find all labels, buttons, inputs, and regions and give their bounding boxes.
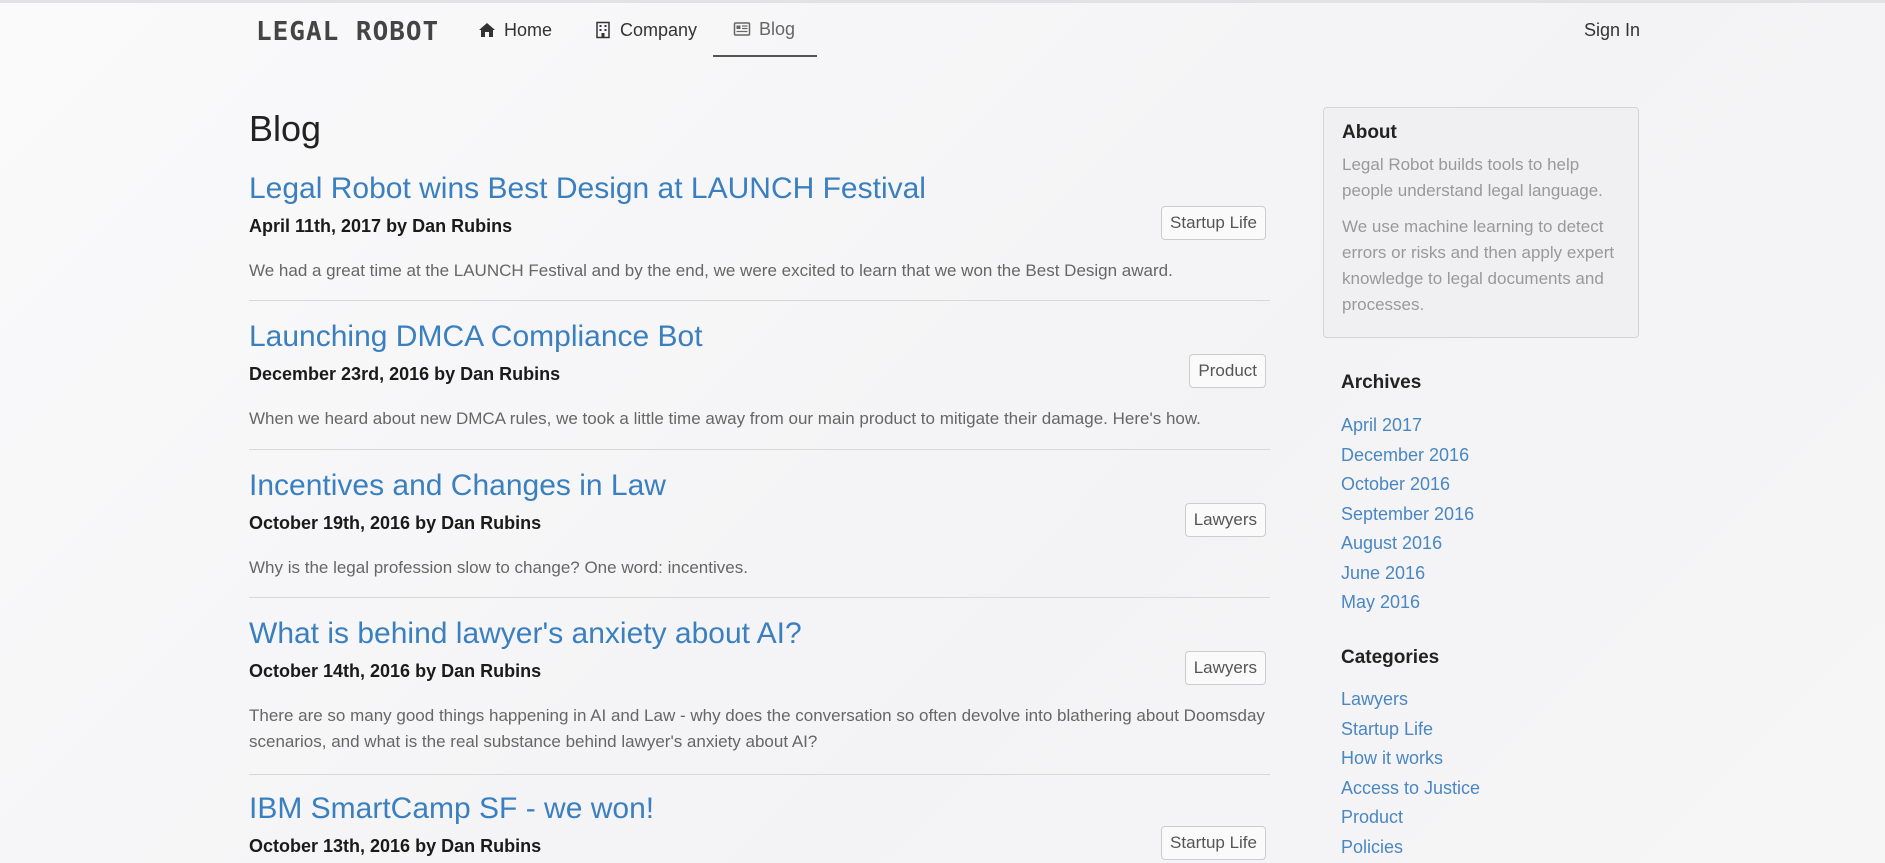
archives-heading: Archives [1341,372,1422,393]
post-category-tag[interactable]: Product [1189,354,1266,388]
post-meta: October 14th, 2016 by Dan Rubins [249,661,542,681]
category-link[interactable]: Lawyers [1341,685,1480,715]
category-link[interactable]: Access to Justice [1341,774,1480,804]
post-title[interactable]: What is behind lawyer's anxiety about AI… [249,617,802,651]
post-category-tag[interactable]: Lawyers [1184,503,1266,537]
post-divider [249,449,1270,450]
archive-link[interactable]: August 2016 [1341,529,1474,559]
nav-home-label: Home [504,19,553,40]
post-title[interactable]: Launching DMCA Compliance Bot [249,320,703,354]
post-excerpt: Why is the legal profession slow to chan… [249,558,748,577]
post-title[interactable]: Incentives and Changes in Law [249,469,666,503]
post-excerpt: There are so many good things happening … [249,706,1265,751]
archive-link[interactable]: April 2017 [1341,411,1474,441]
nav-blog-label: Blog [759,18,796,39]
post-category-tag[interactable]: Startup Life [1161,206,1266,240]
about-text: Legal Robot builds tools to help people … [1342,155,1603,200]
post-excerpt: We had a great time at the LAUNCH Festiv… [249,261,1173,280]
category-link[interactable]: Policies [1341,833,1480,863]
building-icon [596,21,610,39]
post-meta: October 13th, 2016 by Dan Rubins [249,836,542,856]
about-panel: About Legal Robot builds tools to help p… [1323,107,1639,338]
archive-link[interactable]: September 2016 [1341,500,1474,530]
post-excerpt: When we heard about new DMCA rules, we t… [249,409,1201,428]
archive-link[interactable]: December 2016 [1341,441,1474,471]
post-divider [249,300,1270,301]
category-link[interactable]: How it works [1341,744,1480,774]
nav-company[interactable]: Company [594,3,697,57]
about-text: We use machine learning to detect errors… [1342,217,1615,314]
category-link[interactable]: Startup Life [1341,715,1480,745]
newspaper-icon [733,22,751,36]
nav-company-label: Company [620,19,698,40]
post-category-tag[interactable]: Lawyers [1184,651,1266,685]
post-title[interactable]: Legal Robot wins Best Design at LAUNCH F… [249,172,926,206]
sign-in-link[interactable]: Sign In [1584,3,1640,57]
archive-link[interactable]: June 2016 [1341,559,1474,589]
archive-link[interactable]: May 2016 [1341,588,1474,618]
archive-link[interactable]: October 2016 [1341,470,1474,500]
post-meta: December 23rd, 2016 by Dan Rubins [249,364,561,384]
post-divider [249,774,1270,775]
post-category-tag[interactable]: Startup Life [1161,826,1266,860]
nav-home[interactable]: Home [478,3,552,57]
nav-blog[interactable]: Blog [713,3,818,57]
post-title[interactable]: IBM SmartCamp SF - we won! [249,792,654,826]
archives-list: April 2017 December 2016 October 2016 Se… [1341,411,1474,618]
categories-list: Lawyers Startup Life How it works Access… [1341,685,1480,862]
post-meta: October 19th, 2016 by Dan Rubins [249,513,542,533]
brand-logo[interactable]: LEGAL ROBOT [256,17,439,47]
about-title: About [1342,122,1397,143]
navbar: LEGAL ROBOT Home Company Blog Sign In [0,3,1885,59]
home-icon [479,23,495,37]
post-meta: April 11th, 2017 by Dan Rubins [249,216,513,236]
post-divider [249,597,1270,598]
categories-heading: Categories [1341,647,1440,668]
category-link[interactable]: Product [1341,803,1480,833]
page-title: Blog [249,108,322,149]
